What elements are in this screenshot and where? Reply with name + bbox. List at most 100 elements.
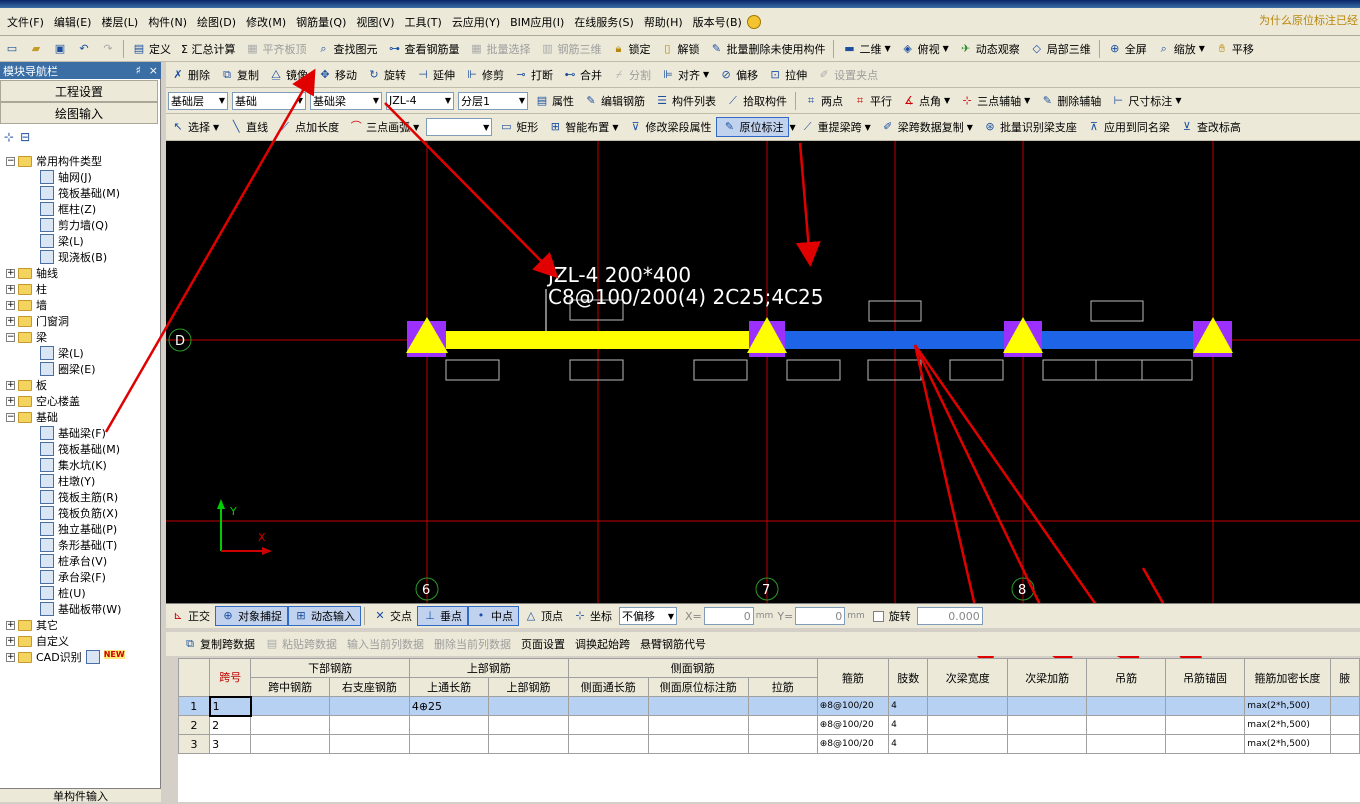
open-file-button[interactable]: ▰ xyxy=(24,39,48,59)
tree-item[interactable]: 桩(U) xyxy=(40,585,86,601)
col-tie-bar[interactable]: 拉筋 xyxy=(747,677,818,697)
menu-version[interactable]: 版本号(B) xyxy=(688,14,747,30)
col-top-rebar[interactable]: 上部钢筋 xyxy=(408,658,569,678)
cell-hanger-anchor[interactable] xyxy=(1164,696,1246,716)
cell-hanger[interactable] xyxy=(1086,696,1166,716)
redo-button[interactable]: ↷ xyxy=(96,39,120,59)
cell-top-extra-rebar[interactable] xyxy=(488,715,569,735)
expand-icon[interactable]: + xyxy=(6,636,15,646)
tree-folder[interactable]: + 墙 xyxy=(6,297,47,313)
lock-button[interactable]: 🔒︎ 锁定 xyxy=(606,39,655,59)
dimension-button[interactable]: ⊢ 尺寸标注 ▼ xyxy=(1106,91,1186,111)
three-point-arc-button[interactable]: ⌒ 三点画弧 ▼ xyxy=(344,117,424,137)
cell-haunch[interactable] xyxy=(1329,734,1360,754)
menu-rebar-qty[interactable]: 钢筋量(Q) xyxy=(291,14,351,30)
menu-file[interactable]: 文件(F) xyxy=(2,14,49,30)
menu-help[interactable]: 帮助(H) xyxy=(639,14,688,30)
smart-layout-button[interactable]: ⊞ 智能布置 ▼ xyxy=(543,117,623,137)
menu-floor[interactable]: 楼层(L) xyxy=(96,14,143,30)
tree-folder[interactable]: − 常用构件类型 xyxy=(6,153,102,169)
drawing-canvas[interactable]: JZL-4 200*400 C8@100/200(4) 2C25;4C25 D … xyxy=(166,141,1360,603)
expand-icon[interactable]: + xyxy=(6,620,15,630)
tree-item[interactable]: 条形基础(T) xyxy=(40,537,117,553)
define-button[interactable]: ▤ 定义 xyxy=(127,39,176,59)
batch-select-button[interactable]: ▦ 批量选择 xyxy=(464,39,535,59)
cell-right-support-rebar[interactable] xyxy=(328,734,410,754)
col-hanger[interactable]: 吊筋 xyxy=(1086,658,1166,697)
mirror-button[interactable]: ⧋ 镜像 xyxy=(264,65,313,85)
cell-top-through-rebar[interactable] xyxy=(408,734,490,754)
menu-edit[interactable]: 编辑(E) xyxy=(49,14,97,30)
cell-stirrup[interactable]: ⊕8@100/20 xyxy=(816,734,890,754)
tree-item[interactable]: 剪力墙(Q) xyxy=(40,217,108,233)
col-stirrup[interactable]: 箍筋 xyxy=(816,658,890,697)
properties-button[interactable]: ▤ 属性 xyxy=(530,91,579,111)
collapse-all-icon[interactable]: ⊟ xyxy=(20,130,30,144)
col-hanger-anchor[interactable]: 吊筋锚固 xyxy=(1164,658,1246,697)
tree-item[interactable]: 桩承台(V) xyxy=(40,553,107,569)
cell-right-support-rebar[interactable] xyxy=(328,715,410,735)
tree-folder[interactable]: + 空心楼盖 xyxy=(6,393,80,409)
local-3d-button[interactable]: ◇ 局部三维 xyxy=(1025,39,1096,59)
col-bottom-rebar[interactable]: 下部钢筋 xyxy=(250,658,410,678)
tree-item[interactable]: 集水坑(K) xyxy=(40,457,107,473)
extend-button[interactable]: ⊣ 延伸 xyxy=(411,65,460,85)
zoom-button[interactable]: ⌕ 缩放 ▼ xyxy=(1152,39,1210,59)
modify-span-props-button[interactable]: ⊽ 修改梁段属性 xyxy=(623,117,716,137)
rotate-button[interactable]: ↻ 旋转 xyxy=(362,65,411,85)
select-button[interactable]: ↖ 选择 ▼ xyxy=(166,117,224,137)
menu-online[interactable]: 在线服务(S) xyxy=(569,14,639,30)
cell-legs[interactable]: 4 xyxy=(888,715,929,735)
menu-view[interactable]: 视图(V) xyxy=(351,14,399,30)
dynamic-input-toggle[interactable]: ⊞ 动态输入 xyxy=(288,606,361,626)
layer-select[interactable]: 分层1 ▼ xyxy=(458,91,528,110)
col-top-through-rebar[interactable]: 上通长筋 xyxy=(408,677,490,697)
delete-aux-axis-button[interactable]: ✎ 删除辅轴 xyxy=(1035,91,1106,111)
cantilever-rebar-code-button[interactable]: 悬臂钢筋代号 xyxy=(635,634,711,654)
tree-item[interactable]: 筏板负筋(X) xyxy=(40,505,118,521)
collapse-icon[interactable]: − xyxy=(6,156,15,166)
parallel-button[interactable]: ⌗ 平行 xyxy=(848,91,897,111)
input-column-data-button[interactable]: 输入当前列数据 xyxy=(342,634,429,654)
cell-tie-bar[interactable] xyxy=(747,715,818,735)
cell-dense-length[interactable]: max(2*h,500) xyxy=(1244,696,1331,716)
support-8[interactable] xyxy=(1003,317,1043,357)
cell-top-through-rebar[interactable]: 4⊕25 xyxy=(408,696,490,716)
close-icon[interactable]: × xyxy=(149,64,158,77)
dynamic-observe-button[interactable]: ✈ 动态观察 xyxy=(954,39,1025,59)
cell-span-no[interactable]: 2 xyxy=(209,715,252,735)
tree-item[interactable]: 圈梁(E) xyxy=(40,361,96,377)
x-input[interactable]: 0 xyxy=(703,607,754,625)
tree-item[interactable]: 框柱(Z) xyxy=(40,201,96,217)
batch-delete-unused-button[interactable]: ✎ 批量删除未使用构件 xyxy=(704,39,830,59)
tree-folder[interactable]: + CAD识别 NEW xyxy=(6,649,125,665)
cell-haunch[interactable] xyxy=(1329,696,1360,716)
tree-item[interactable]: 轴网(J) xyxy=(40,169,92,185)
snap-coordinate[interactable]: ⊹ 坐标 xyxy=(568,606,617,626)
cell-stirrup[interactable]: ⊕8@100/20 xyxy=(816,696,890,716)
two-points-button[interactable]: ⌗ 两点 xyxy=(799,91,848,111)
project-settings-button[interactable]: 工程设置 xyxy=(0,80,158,102)
col-dense-length[interactable]: 箍筋加密长度 xyxy=(1244,658,1331,697)
support-end[interactable] xyxy=(1193,317,1233,357)
collapse-icon[interactable]: − xyxy=(6,412,15,422)
col-side-through-rebar[interactable]: 侧面通长筋 xyxy=(567,677,649,697)
expand-all-icon[interactable]: ⊹ xyxy=(4,130,14,144)
col-haunch[interactable]: 腋 xyxy=(1329,658,1360,697)
offset-button[interactable]: ⊘ 偏移 xyxy=(714,65,763,85)
tree-folder[interactable]: + 柱 xyxy=(6,281,47,297)
col-right-support-rebar[interactable]: 右支座钢筋 xyxy=(328,677,410,697)
cell-secondary-add[interactable] xyxy=(1006,696,1088,716)
col-side-in-situ-rebar[interactable]: 侧面原位标注筋 xyxy=(647,677,749,697)
beam-span-3[interactable] xyxy=(1023,331,1213,349)
cell-side-through-rebar[interactable] xyxy=(567,715,649,735)
rotate-input[interactable]: 0.000 xyxy=(916,607,983,625)
batch-identify-support-button[interactable]: ⊛ 批量识别梁支座 xyxy=(978,117,1082,137)
floor-select[interactable]: 基础层 ▼ xyxy=(168,91,228,110)
summary-calc-button[interactable]: Σ 汇总计算 xyxy=(176,39,240,59)
menu-component[interactable]: 构件(N) xyxy=(143,14,192,30)
snap-perpendicular[interactable]: ⊥ 垂点 xyxy=(417,606,468,626)
cell-mid-span-rebar[interactable] xyxy=(250,696,330,716)
cell-span-no[interactable]: 3 xyxy=(209,734,252,754)
col-legs[interactable]: 肢数 xyxy=(888,658,929,697)
